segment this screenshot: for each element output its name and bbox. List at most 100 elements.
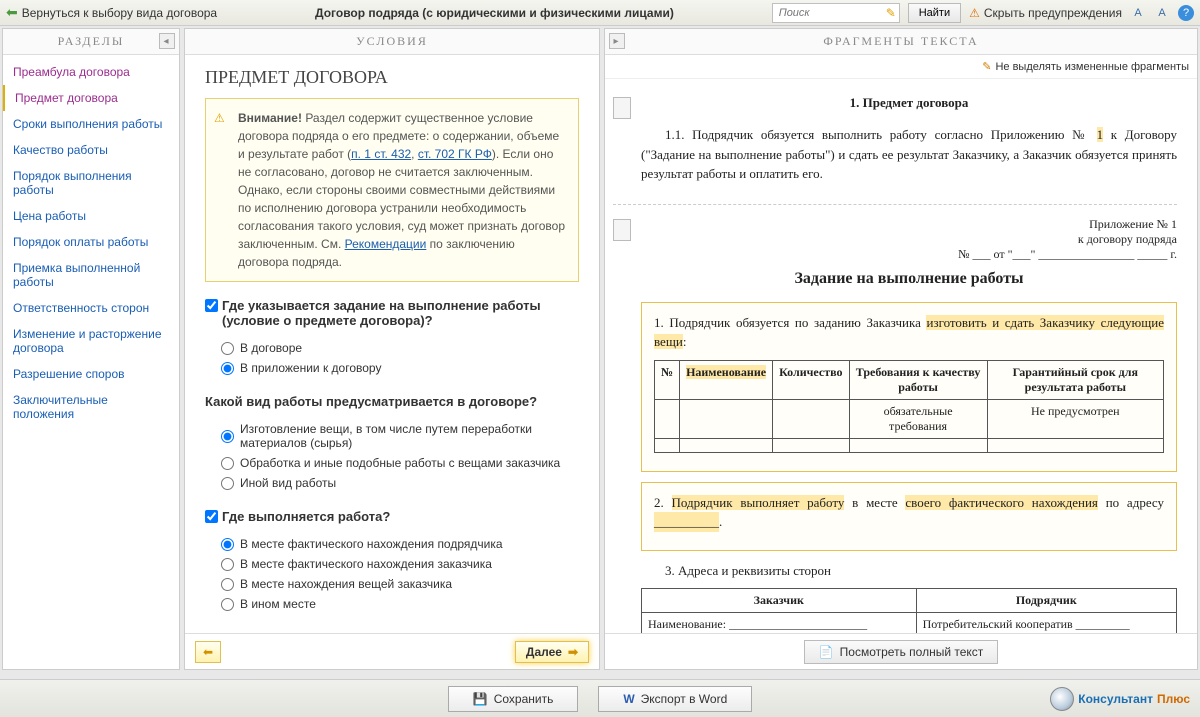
li3: 3. Адреса и реквизиты сторон <box>641 561 1177 581</box>
table-row <box>655 438 1164 452</box>
li2: 2. Подрядчик выполняет работу в месте св… <box>654 493 1164 532</box>
sections-header: РАЗДЕЛЫ ◂ <box>3 29 179 55</box>
arrow-right-icon: ➡ <box>568 645 578 659</box>
conditions-header: УСЛОВИЯ <box>185 29 599 55</box>
font-smaller-icon[interactable]: A <box>1130 5 1146 21</box>
font-larger-icon[interactable]: A <box>1154 5 1170 21</box>
q1-checkbox[interactable] <box>205 299 218 312</box>
section-item-quality[interactable]: Качество работы <box>3 137 179 163</box>
warning-link-1[interactable]: п. 1 ст. 432 <box>351 147 411 161</box>
section-item-liability[interactable]: Ответственность сторон <box>3 295 179 321</box>
th-customer: Заказчик <box>642 589 917 613</box>
page-icon[interactable] <box>613 97 631 119</box>
brand-text-2: Плюс <box>1157 692 1190 706</box>
warning-text-2: ). Если оно не согласовано, договор не с… <box>238 147 565 251</box>
hide-warnings-label: Скрыть предупреждения <box>984 6 1122 20</box>
view-full-label: Посмотреть полный текст <box>840 645 984 659</box>
warning-link-3[interactable]: Рекомендации <box>345 237 427 251</box>
li1: 1. Подрядчик обязуется по заданию Заказч… <box>654 313 1164 352</box>
section-item-acceptance[interactable]: Приемка выполненной работы <box>3 255 179 295</box>
q1-title: Где указывается задание на выполнение ра… <box>222 298 579 328</box>
highlighted-block-1: 1. Подрядчик обязуется по заданию Заказч… <box>641 302 1177 472</box>
arrow-left-icon: ⬅ <box>203 645 213 659</box>
section-item-payment[interactable]: Порядок оплаты работы <box>3 229 179 255</box>
q2-opt-0[interactable]: Изготовление вещи, в том числе путем пер… <box>205 419 579 453</box>
find-button[interactable]: Найти <box>908 3 961 23</box>
num-date: № ___ от "___" ________________ _____ г. <box>641 247 1177 262</box>
export-word-button[interactable]: W Экспорт в Word <box>598 686 752 712</box>
section-item-price[interactable]: Цена работы <box>3 203 179 229</box>
section-item-preamble[interactable]: Преамбула договора <box>3 59 179 85</box>
hide-warnings-button[interactable]: ⚠ Скрыть предупреждения <box>969 6 1122 20</box>
page-title: Договор подряда (с юридическими и физиче… <box>225 6 764 20</box>
condition-heading: ПРЕДМЕТ ДОГОВОРА <box>205 67 579 88</box>
search-clear-icon[interactable]: ✎ <box>883 6 899 20</box>
conditions-title: УСЛОВИЯ <box>356 34 428 49</box>
search-box: ✎ <box>772 3 900 23</box>
th-num: № <box>655 360 680 399</box>
search-input[interactable] <box>773 7 883 19</box>
main-columns: РАЗДЕЛЫ ◂ Преамбула договора Предмет дог… <box>0 26 1200 672</box>
th-warranty: Гарантийный срок для результата работы <box>987 360 1163 399</box>
conditions-panel: УСЛОВИЯ ПРЕДМЕТ ДОГОВОРА ⚠ Внимание! Раз… <box>184 28 600 670</box>
section-item-order[interactable]: Порядок выполнения работы <box>3 163 179 203</box>
section-item-amendment[interactable]: Изменение и расторжение договора <box>3 321 179 361</box>
task-title: Задание на выполнение работы <box>641 270 1177 288</box>
no-highlight-label[interactable]: Не выделять измененные фрагменты <box>995 61 1189 73</box>
sections-panel: РАЗДЕЛЫ ◂ Преамбула договора Предмет дог… <box>2 28 180 670</box>
fragments-title: ФРАГМЕНТЫ ТЕКСТА <box>823 34 978 49</box>
next-button[interactable]: Далее ➡ <box>515 641 589 663</box>
th-name: Наименование <box>680 360 773 399</box>
save-button[interactable]: 💾 Сохранить <box>448 686 579 712</box>
word-icon: W <box>623 692 634 706</box>
section-item-subject[interactable]: Предмет договора <box>3 85 179 111</box>
parties-table: ЗаказчикПодрядчик Наименование: ________… <box>641 588 1177 633</box>
warning-link-2[interactable]: ст. 702 ГК РФ <box>418 147 492 161</box>
warning-strong: Внимание! <box>238 111 302 125</box>
save-icon: 💾 <box>473 692 488 706</box>
collapse-fragments-icon[interactable]: ▸ <box>609 33 625 49</box>
fragments-body[interactable]: 1. Предмет договора 1.1. Подрядчик обязу… <box>605 79 1197 633</box>
th-req: Требования к качеству работы <box>849 360 987 399</box>
fragments-panel: ▸ ФРАГМЕНТЫ ТЕКСТА ✎ Не выделять изменен… <box>604 28 1198 670</box>
question-1: Где указывается задание на выполнение ра… <box>205 298 579 378</box>
section-item-disputes[interactable]: Разрешение споров <box>3 361 179 387</box>
th-contractor: Подрядчик <box>916 589 1176 613</box>
section-item-final[interactable]: Заключительные положения <box>3 387 179 427</box>
warning-box: ⚠ Внимание! Раздел содержит существенное… <box>205 98 579 282</box>
q3-opt-3[interactable]: В ином месте <box>205 594 579 614</box>
frag-h1: 1. Предмет договора <box>641 95 1177 111</box>
q3-opt-0[interactable]: В месте фактического нахождения подрядчи… <box>205 534 579 554</box>
brand-logo[interactable]: КонсультантПлюс <box>1050 687 1190 711</box>
view-full-text-button[interactable]: 📄 Посмотреть полный текст <box>804 640 999 664</box>
q3-checkbox[interactable] <box>205 510 218 523</box>
bottom-toolbar: 💾 Сохранить W Экспорт в Word Консультант… <box>0 679 1200 717</box>
q1-opt-1[interactable]: В приложении к договору <box>205 358 579 378</box>
frag-p11: 1.1. Подрядчик обязуется выполнить работ… <box>641 125 1177 184</box>
arrow-left-icon: ⬅ <box>6 4 18 21</box>
q1-opt-0[interactable]: В договоре <box>205 338 579 358</box>
warning-icon: ⚠ <box>214 109 225 127</box>
back-button[interactable]: ⬅ Вернуться к выбору вида договора <box>6 4 217 21</box>
page-icon[interactable] <box>613 219 631 241</box>
q2-opt-2[interactable]: Иной вид работы <box>205 473 579 493</box>
prev-button[interactable]: ⬅ <box>195 641 221 663</box>
top-toolbar: ⬅ Вернуться к выбору вида договора Догов… <box>0 0 1200 26</box>
highlight-off-icon[interactable]: ✎ <box>982 60 991 73</box>
fragments-subheader: ✎ Не выделять измененные фрагменты <box>605 55 1197 79</box>
appendix-no: Приложение № 1 <box>641 217 1177 232</box>
section-item-terms[interactable]: Сроки выполнения работы <box>3 111 179 137</box>
highlighted-block-2: 2. Подрядчик выполняет работу в месте св… <box>641 482 1177 551</box>
collapse-sections-icon[interactable]: ◂ <box>159 33 175 49</box>
q3-title: Где выполняется работа? <box>222 509 390 524</box>
conditions-footer: ⬅ Далее ➡ <box>185 633 599 669</box>
back-label: Вернуться к выбору вида договора <box>22 6 217 20</box>
save-label: Сохранить <box>494 692 554 706</box>
q2-opt-1[interactable]: Обработка и иные подобные работы с вещам… <box>205 453 579 473</box>
th-qty: Количество <box>773 360 849 399</box>
next-label: Далее <box>526 645 562 659</box>
q3-opt-2[interactable]: В месте нахождения вещей заказчика <box>205 574 579 594</box>
question-2: Какой вид работы предусматривается в дог… <box>205 394 579 493</box>
help-icon[interactable]: ? <box>1178 5 1194 21</box>
q3-opt-1[interactable]: В месте фактического нахождения заказчик… <box>205 554 579 574</box>
